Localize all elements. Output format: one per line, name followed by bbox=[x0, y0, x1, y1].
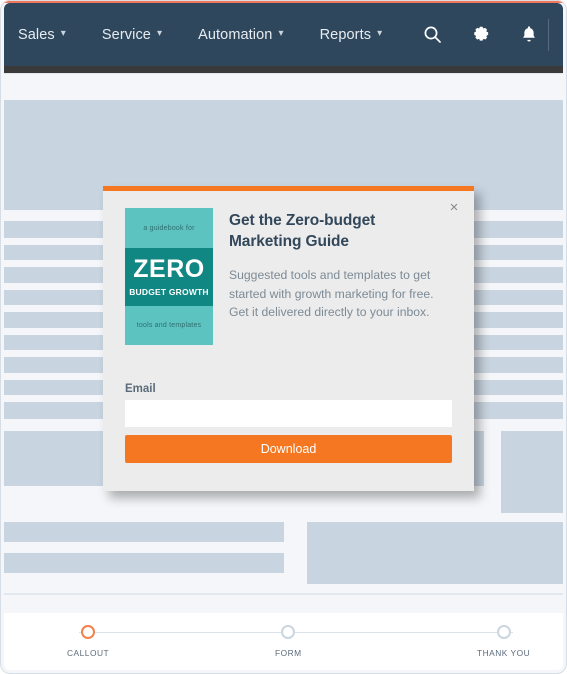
wireframe-block bbox=[4, 522, 284, 542]
wireframe-block bbox=[4, 73, 563, 74]
chevron-down-icon: ▾ bbox=[60, 28, 66, 39]
search-icon[interactable] bbox=[418, 20, 447, 50]
wireframe-block bbox=[307, 522, 563, 584]
nav-divider bbox=[548, 19, 549, 51]
stepper-step-callout-label: CALLOUT bbox=[67, 648, 110, 658]
book-cover-title: ZERO bbox=[133, 255, 205, 283]
step-dot-icon bbox=[496, 625, 511, 639]
stepper-step-thank-you-label: THANK YOU bbox=[477, 648, 531, 658]
wizard-stepper: CALLOUT FORM THANK YOU bbox=[4, 613, 563, 670]
modal-description: Suggested tools and templates to get sta… bbox=[229, 268, 434, 320]
stepper-step-form[interactable]: FORM bbox=[275, 625, 302, 658]
nav-item-sales[interactable]: Sales ▾ bbox=[18, 27, 66, 43]
email-field-label: Email bbox=[125, 383, 156, 395]
book-cover-subtitle: BUDGET GROWTH bbox=[129, 287, 209, 297]
nav-item-automation[interactable]: Automation ▾ bbox=[198, 27, 283, 43]
wireframe-block bbox=[4, 553, 284, 573]
nav-shadow-strip bbox=[4, 66, 563, 73]
nav-item-reports[interactable]: Reports ▾ bbox=[320, 27, 383, 43]
email-input[interactable] bbox=[125, 400, 452, 427]
modal-heading: Get the Zero-budget Marketing Guide bbox=[229, 212, 376, 251]
wireframe-block bbox=[4, 593, 563, 595]
book-cover-footnote: tools and templates bbox=[136, 322, 202, 329]
modal-body: a guidebook for ZERO BUDGET GROWTH tools… bbox=[103, 191, 474, 491]
chevron-down-icon: ▾ bbox=[278, 28, 284, 39]
step-dot-icon bbox=[81, 625, 96, 639]
stepper-step-form-label: FORM bbox=[275, 648, 302, 658]
wireframe-block bbox=[501, 431, 563, 513]
book-cover-bottom: tools and templates bbox=[125, 306, 213, 345]
ebook-cover-image: a guidebook for ZERO BUDGET GROWTH tools… bbox=[125, 208, 213, 345]
step-dot-icon bbox=[281, 625, 296, 639]
chevron-down-icon: ▾ bbox=[377, 28, 383, 39]
callout-modal: × a guidebook for ZERO BUDGET GROWTH too… bbox=[103, 186, 474, 491]
nav-item-automation-label: Automation bbox=[198, 26, 273, 43]
book-cover-top: a guidebook for bbox=[125, 208, 213, 248]
chevron-down-icon: ▾ bbox=[156, 28, 163, 39]
book-cover-eyebrow: a guidebook for bbox=[143, 224, 195, 232]
gear-icon[interactable] bbox=[466, 20, 495, 50]
nav-item-service[interactable]: Service ▾ bbox=[102, 27, 162, 43]
stepper-step-thank-you[interactable]: THANK YOU bbox=[477, 625, 530, 658]
book-cover-band: ZERO BUDGET GROWTH bbox=[125, 248, 213, 306]
app-frame: Sales ▾ Service ▾ Automation ▾ Reports ▾ bbox=[0, 0, 567, 674]
nav-item-service-label: Service bbox=[101, 26, 151, 43]
download-button[interactable]: Download bbox=[125, 435, 452, 463]
bell-icon[interactable] bbox=[515, 20, 544, 50]
nav-item-reports-label: Reports bbox=[319, 26, 372, 43]
stepper-step-callout[interactable]: CALLOUT bbox=[67, 625, 109, 658]
nav-item-sales-label: Sales bbox=[18, 26, 55, 43]
top-navigation-bar: Sales ▾ Service ▾ Automation ▾ Reports ▾ bbox=[4, 3, 563, 66]
